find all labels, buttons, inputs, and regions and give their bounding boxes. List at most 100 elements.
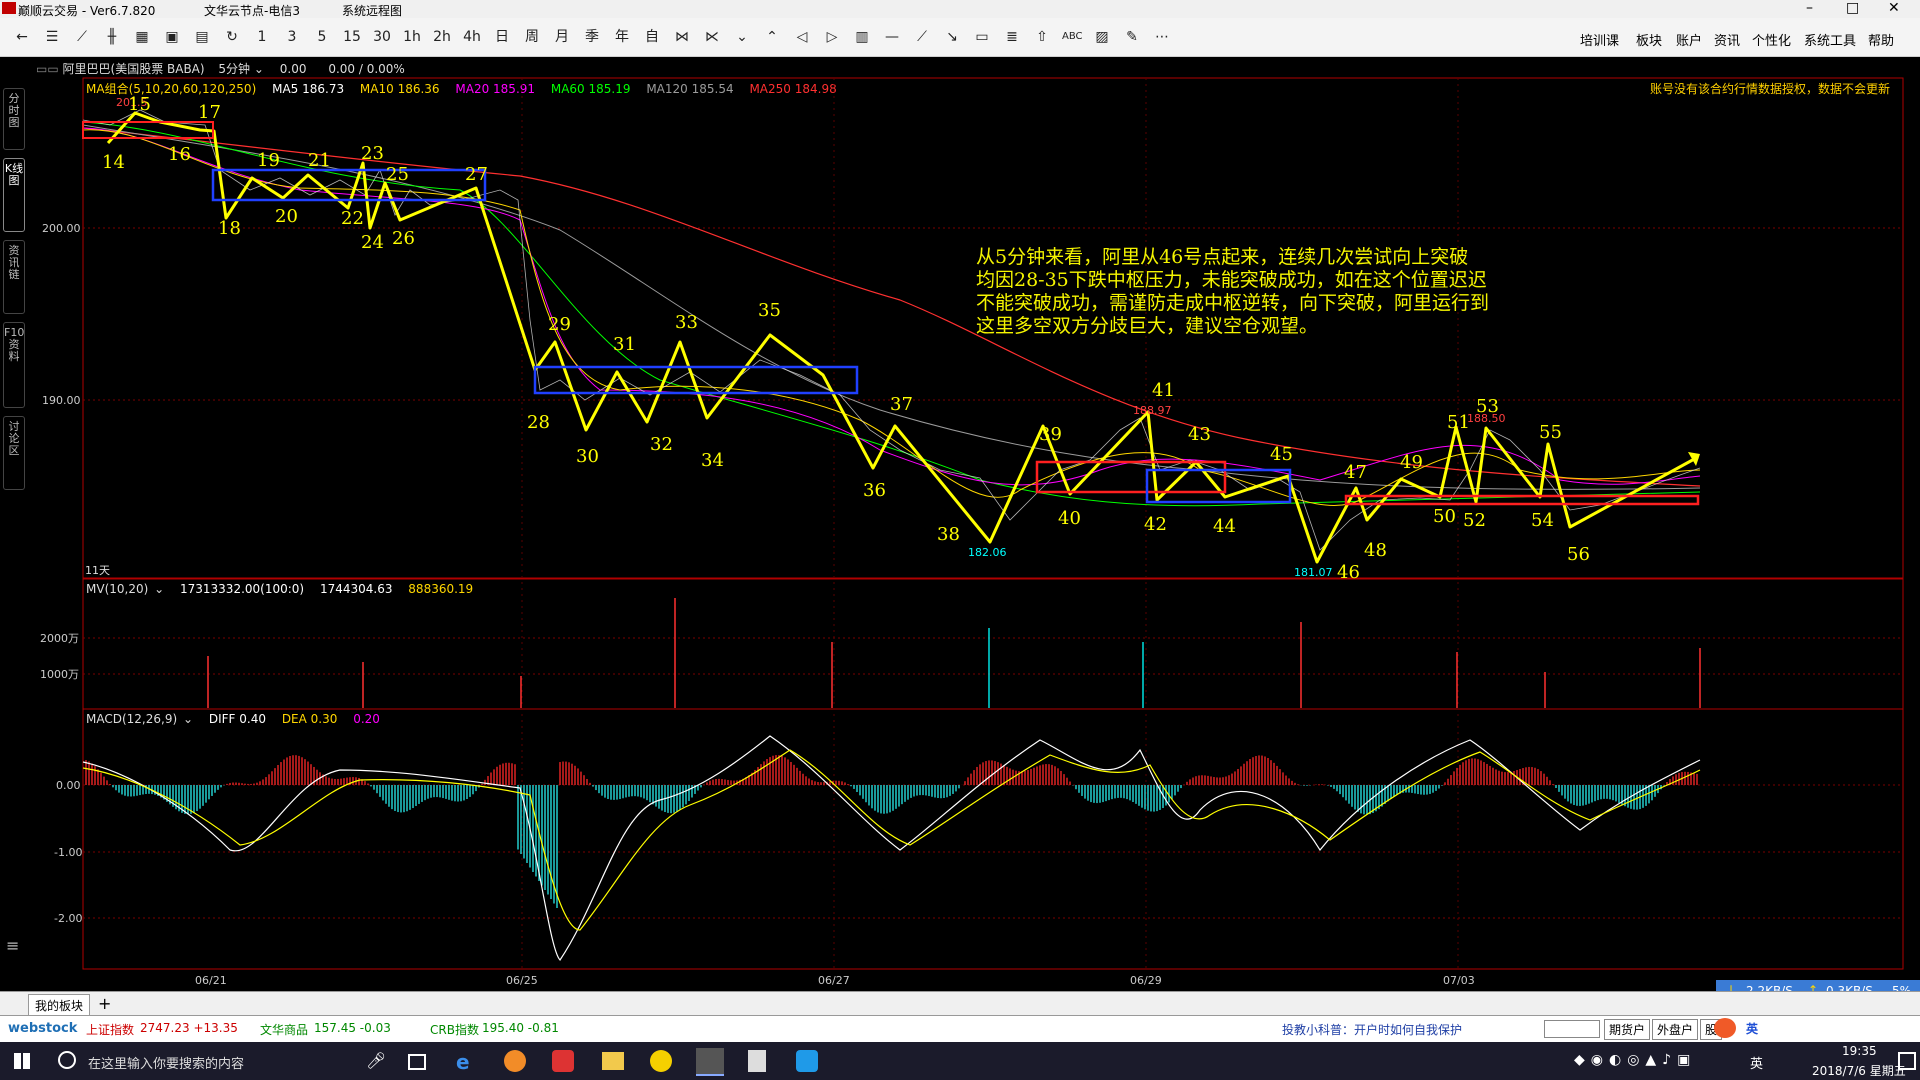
status-bar: webstock 上证指数 2747.23 +13.35 文华商品 157.45… xyxy=(0,1015,1920,1042)
mv-value-1: 17313332.00(100:0) xyxy=(180,582,305,596)
point-label-23: 23 xyxy=(361,143,384,164)
date-0629: 06/29 xyxy=(1130,974,1162,987)
high-mark-1: 188.97 xyxy=(1133,404,1172,417)
add-tab-button[interactable]: + xyxy=(98,994,111,1013)
annotation-text: 从5分钟来看，阿里从46号点起来，连续几次尝试向上突破 均因28-35下跌中枢压力… xyxy=(976,246,1536,338)
point-label-44: 44 xyxy=(1213,516,1236,537)
ime-tray[interactable]: 英 xyxy=(1750,1053,1763,1072)
point-label-24: 24 xyxy=(361,232,384,253)
annotation-line: 均因28-35下跌中枢压力，未能突破成功，如在这个位置迟迟 xyxy=(976,269,1487,291)
task-view-icon[interactable] xyxy=(408,1054,426,1070)
vol-axis-1000: 1000万 xyxy=(40,668,79,681)
date-0621: 06/21 xyxy=(195,974,227,987)
search-field[interactable] xyxy=(1544,1020,1600,1038)
file-explorer-icon[interactable] xyxy=(602,1052,624,1070)
tray-icons[interactable]: ◆◉◐◎▲♪▣ xyxy=(1574,1052,1696,1068)
point-label-29: 29 xyxy=(548,314,571,335)
low-mark-2: 181.07 xyxy=(1294,566,1333,579)
mv-value-3: 888360.19 xyxy=(408,582,474,596)
annotation-line: 从5分钟来看，阿里从46号点起来，连续几次尝试向上突破 xyxy=(976,246,1469,268)
ime-mode[interactable]: 英 xyxy=(1746,1020,1758,1037)
trend-arrow-head xyxy=(1688,452,1700,466)
edge-browser-icon[interactable]: e xyxy=(456,1050,470,1074)
volume-pane xyxy=(82,578,1904,710)
notification-icon[interactable] xyxy=(1898,1052,1916,1070)
macd-axis-m2: -2.00 xyxy=(54,912,82,925)
calculator-icon[interactable] xyxy=(748,1050,766,1072)
clock-time[interactable]: 19:35 xyxy=(1842,1044,1877,1058)
taskbar-search-input[interactable]: 在这里输入你要搜索的内容 xyxy=(88,1053,244,1072)
point-label-31: 31 xyxy=(613,334,636,355)
macd-legend: MACD(12,26,9) ⌄ DIFF 0.40 DEA 0.30 0.20 xyxy=(86,712,392,726)
macd-diff: DIFF 0.40 xyxy=(208,712,266,726)
vol-axis-2000: 2000万 xyxy=(40,632,79,645)
windows-start-icon[interactable] xyxy=(14,1053,30,1069)
point-label-28: 28 xyxy=(527,412,550,433)
macd-label[interactable]: MACD(12,26,9) xyxy=(86,712,177,726)
point-label-16: 16 xyxy=(168,144,191,165)
bottom-tab-bar: 我的板块 + xyxy=(0,991,1920,1017)
point-label-21: 21 xyxy=(308,150,331,171)
futures-account-button[interactable]: 期货户 xyxy=(1604,1019,1651,1040)
wh-index-value: 157.45 -0.03 xyxy=(314,1021,391,1035)
chevron-down-icon[interactable]: ⌄ xyxy=(183,712,193,726)
foreign-account-button[interactable]: 外盘户 xyxy=(1652,1019,1699,1040)
analysis-annotation: 从5分钟来看，阿里从46号点起来，连续几次尝试向上突破 均因28-35下跌中枢压力… xyxy=(976,246,1536,338)
microphone-icon[interactable]: 🎤︎ xyxy=(366,1051,386,1070)
app-yellow-icon[interactable] xyxy=(650,1050,672,1072)
point-label-51: 51 xyxy=(1447,412,1470,433)
macd-dea: DEA 0.30 xyxy=(281,712,338,726)
annotation-line: 这里多空双方分歧巨大，建议空仓观望。 xyxy=(976,315,1319,337)
price-axis-200: 200.00 xyxy=(42,222,81,235)
point-label-26: 26 xyxy=(392,228,415,249)
point-label-37: 37 xyxy=(890,394,913,415)
volume-bars xyxy=(207,598,1701,708)
macd-axis-0: 0.00 xyxy=(56,779,81,792)
mv-label[interactable]: MV(10,20) xyxy=(86,582,148,596)
point-label-46: 46 xyxy=(1337,562,1360,583)
point-label-33: 33 xyxy=(675,312,698,333)
point-label-38: 38 xyxy=(937,524,960,545)
point-label-49: 49 xyxy=(1400,452,1423,473)
search-icon[interactable] xyxy=(58,1051,76,1069)
mv-value-2: 1744304.63 xyxy=(319,582,393,596)
clock-date[interactable]: 2018/7/6 星期五 xyxy=(1812,1062,1906,1079)
app-red-icon[interactable] xyxy=(552,1050,574,1072)
point-label-14: 14 xyxy=(102,152,125,173)
point-label-17: 17 xyxy=(198,102,221,123)
point-label-20: 20 xyxy=(275,206,298,227)
wps-icon[interactable] xyxy=(796,1050,818,1072)
point-label-48: 48 xyxy=(1364,540,1387,561)
date-0625: 06/25 xyxy=(506,974,538,987)
date-0703: 07/03 xyxy=(1443,974,1475,987)
point-label-52: 52 xyxy=(1463,510,1486,531)
point-label-43: 43 xyxy=(1188,424,1211,445)
point-label-41: 41 xyxy=(1152,380,1175,401)
education-tip[interactable]: 投教小科普：开户时如何自我保护 xyxy=(1282,1021,1462,1038)
volume-legend: MV(10,20) ⌄ 17313332.00(100:0) 1744304.6… xyxy=(86,582,485,596)
point-label-15: 15 xyxy=(128,94,151,115)
point-label-36: 36 xyxy=(863,480,886,501)
point-label-39: 39 xyxy=(1039,424,1062,445)
point-label-32: 32 xyxy=(650,434,673,455)
point-label-18: 18 xyxy=(218,218,241,239)
point-label-45: 45 xyxy=(1270,444,1293,465)
taskbar: 在这里输入你要搜索的内容 🎤︎ e ◆◉◐◎▲♪▣ 英 19:35 2018/7… xyxy=(0,1042,1920,1080)
chevron-down-icon[interactable]: ⌄ xyxy=(154,582,164,596)
app-orange-icon[interactable] xyxy=(504,1050,526,1072)
point-label-34: 34 xyxy=(701,450,724,471)
sh-index-value: 2747.23 +13.35 xyxy=(140,1021,238,1035)
sogou-ime-icon[interactable] xyxy=(1714,1018,1736,1038)
price-axis-190: 190.00 xyxy=(42,394,81,407)
point-label-35: 35 xyxy=(758,300,781,321)
crb-index-label[interactable]: CRB指数 xyxy=(430,1021,479,1038)
macd-histogram xyxy=(85,755,1698,908)
kline-chart[interactable]: 200.00 190.00 2000万 1000万 0.00 -1.00 -2.… xyxy=(0,0,1920,1080)
trading-app-icon[interactable] xyxy=(696,1048,724,1076)
macd-value: 0.20 xyxy=(353,712,380,726)
tab-my-sector[interactable]: 我的板块 xyxy=(28,994,91,1017)
wh-index-label[interactable]: 文华商品 xyxy=(260,1021,308,1038)
webstock-logo[interactable]: webstock xyxy=(8,1021,77,1036)
sh-index-label[interactable]: 上证指数 xyxy=(86,1021,134,1038)
zone-red-2 xyxy=(1035,460,1227,494)
